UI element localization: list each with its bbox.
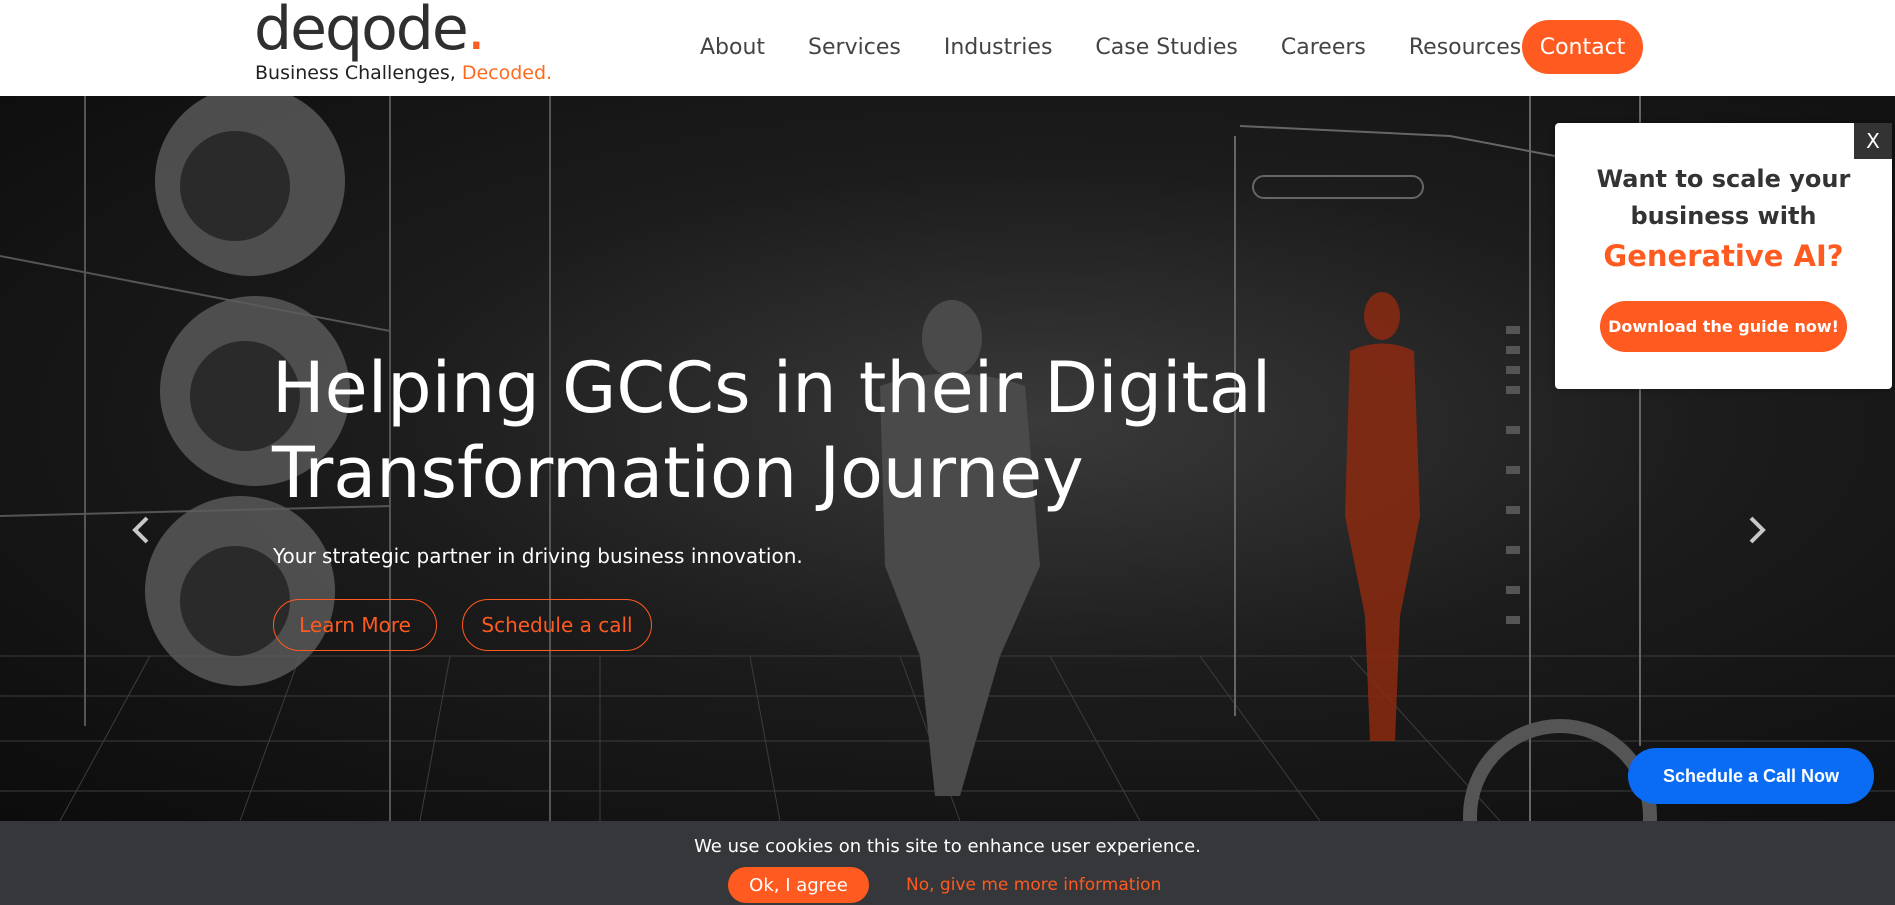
download-guide-button[interactable]: Download the guide now! xyxy=(1600,301,1847,352)
cookie-banner: We use cookies on this site to enhance u… xyxy=(0,821,1895,905)
nav-services[interactable]: Services xyxy=(808,35,901,60)
logo-wordmark: deqode. xyxy=(254,0,486,64)
hero-subtitle: Your strategic partner in driving busine… xyxy=(273,544,803,568)
site-header: deqode. Business Challenges, Decoded. Ab… xyxy=(0,0,1895,96)
nav-resources[interactable]: Resources xyxy=(1409,35,1521,60)
logo-tagline: Business Challenges, Decoded. xyxy=(255,62,553,84)
close-icon[interactable]: X xyxy=(1854,123,1892,159)
popup-question-text: Want to scale your business with xyxy=(1596,165,1851,230)
hero-title: Helping GCCs in their Digital Transforma… xyxy=(272,347,1272,514)
cookie-agree-button[interactable]: Ok, I agree xyxy=(728,867,869,903)
main-nav: About Services Industries Case Studies C… xyxy=(700,20,1643,74)
popup-question: Want to scale your business with xyxy=(1555,161,1892,235)
chevron-left-icon[interactable] xyxy=(126,510,156,550)
genai-guide-popup: X Want to scale your business with Gener… xyxy=(1555,123,1892,389)
schedule-call-button[interactable]: Schedule a call xyxy=(462,599,652,651)
contact-button[interactable]: Contact xyxy=(1522,20,1643,74)
schedule-call-now-button[interactable]: Schedule a Call Now xyxy=(1628,748,1874,804)
cookie-message: We use cookies on this site to enhance u… xyxy=(694,836,1201,857)
popup-accent: Generative AI? xyxy=(1603,239,1844,273)
nav-about[interactable]: About xyxy=(700,35,765,60)
nav-case-studies[interactable]: Case Studies xyxy=(1095,35,1237,60)
nav-careers[interactable]: Careers xyxy=(1281,35,1366,60)
chevron-right-icon[interactable] xyxy=(1742,510,1772,550)
learn-more-button[interactable]: Learn More xyxy=(273,599,437,651)
nav-industries[interactable]: Industries xyxy=(944,35,1053,60)
cookie-more-info-link[interactable]: No, give me more information xyxy=(906,875,1161,895)
